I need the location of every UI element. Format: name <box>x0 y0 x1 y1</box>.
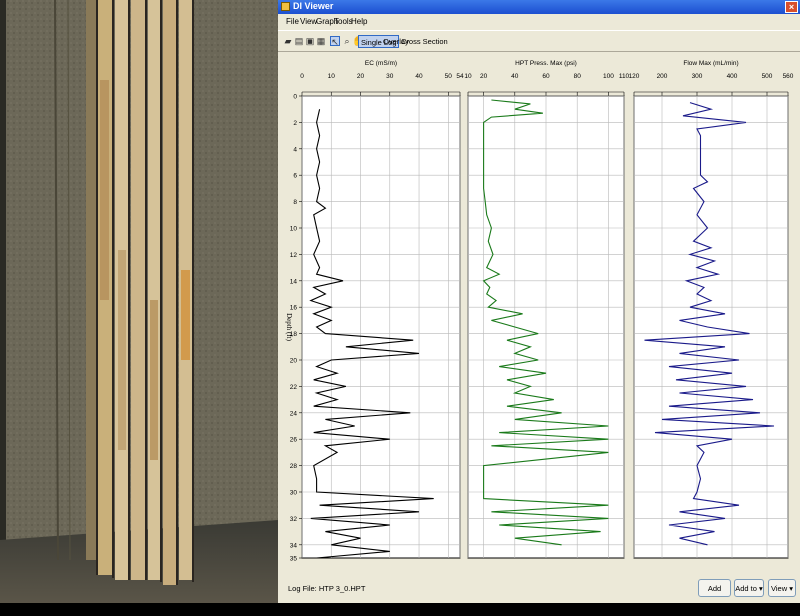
depth-tick-label: 6 <box>293 173 297 180</box>
hpt-axis-title: HPT Press. Max (psi) <box>515 60 577 67</box>
hpt-x-tick-label: 10 <box>464 73 472 80</box>
hpt-x-tick-label: 20 <box>480 73 488 80</box>
depth-tick-label: 0 <box>293 94 297 101</box>
depth-tick-label: 32 <box>290 516 298 523</box>
depth-tick-label: 8 <box>293 199 297 206</box>
hpt-x-tick-label: 80 <box>574 73 582 80</box>
depth-tick-label: 35 <box>290 556 298 563</box>
window-title: DI Viewer <box>293 1 334 11</box>
depth-tick-label: 22 <box>290 384 298 391</box>
flow-x-tick-label: 300 <box>692 73 703 80</box>
ec-plot-area <box>301 95 461 559</box>
depth-tick-label: 34 <box>290 542 298 549</box>
depth-tick-label: 20 <box>290 358 298 365</box>
hpt-x-tick-label: 40 <box>511 73 519 80</box>
ec-x-tick-label: 20 <box>357 73 365 80</box>
flow-x-tick-label: 560 <box>783 73 794 80</box>
toolbar: ▰ ▤ ▣ ▦ ↖ ⌕ ✋ Single Log Overlay Cross S… <box>278 30 800 52</box>
flow-x-tick-label: 400 <box>727 73 738 80</box>
print-icon[interactable]: ▤ <box>294 36 304 46</box>
soil-core-photo <box>0 0 278 603</box>
menu-help[interactable]: Help <box>351 17 367 26</box>
depth-tick-label: 4 <box>293 146 297 153</box>
depth-tick-label: 10 <box>290 226 298 233</box>
ec-x-tick-label: 50 <box>445 73 453 80</box>
flow-x-tick-label: 120 <box>629 73 640 80</box>
depth-tick-label: 24 <box>290 410 298 417</box>
ec-axis-title: EC (mS/m) <box>365 60 397 67</box>
close-button[interactable]: × <box>785 1 798 13</box>
view-button[interactable]: View ▾ <box>768 579 796 597</box>
flow-x-tick-label: 200 <box>657 73 668 80</box>
menu-file[interactable]: File <box>286 17 299 26</box>
open-icon[interactable]: ▰ <box>283 36 293 46</box>
ec-x-tick-label: 0 <box>300 73 304 80</box>
ec-x-tick-label: 10 <box>328 73 336 80</box>
depth-tick-label: 26 <box>290 437 298 444</box>
flow-axis-title: Flow Max (mL/min) <box>683 60 738 67</box>
depth-tick-label: 12 <box>290 252 298 259</box>
status-bar: Log File: HTP 3_0.HPT Add Graph Add to ▾… <box>278 572 800 611</box>
log-charts-svg: EC (mS/m)0 10 20 30 40 50 54024681012141618202… <box>285 60 794 563</box>
menu-tools[interactable]: Tools <box>334 17 353 26</box>
depth-tick-label: 16 <box>290 305 298 312</box>
hpt-x-tick-label: 100 <box>603 73 614 80</box>
menu-view[interactable]: View <box>300 17 317 26</box>
flow-x-tick-label: 500 <box>762 73 773 80</box>
log-file-label: Log File: HTP 3_0.HPT <box>288 584 366 593</box>
depth-tick-label: 2 <box>293 120 297 127</box>
ec-x-tick-label: 30 <box>386 73 394 80</box>
ec-x-tick-label: 40 <box>415 73 423 80</box>
zoom-icon[interactable]: ⌕ <box>342 36 352 46</box>
title-bar[interactable]: DI Viewer × <box>278 0 800 14</box>
ec-x-tick-label: 54 <box>456 73 464 80</box>
depth-axis-label: Depth (ft) <box>285 313 293 341</box>
pointer-icon[interactable]: ↖ <box>330 36 340 47</box>
depth-tick-label: 14 <box>290 278 298 285</box>
depth-tick-label: 30 <box>290 490 298 497</box>
di-viewer-window: DI Viewer × File View Graph Tools Help ▰… <box>278 0 800 611</box>
log-charts: EC (mS/m) 0 10 20 30 40 50 54 0 2 4 6 8 10 12 14 16 18 20 2… <box>278 52 800 572</box>
cross-section-button[interactable]: Cross Section <box>399 35 450 48</box>
menu-bar: File View Graph Tools Help <box>278 15 800 29</box>
add-to-button[interactable]: Add to ▾ <box>734 579 764 597</box>
hpt-x-tick-label: 60 <box>542 73 550 80</box>
export-icon[interactable]: ▦ <box>316 36 326 46</box>
app-icon <box>281 2 290 11</box>
print-preview-icon[interactable]: ▣ <box>305 36 315 46</box>
depth-tick-label: 28 <box>290 463 298 470</box>
soil-core-image <box>0 0 278 603</box>
add-graph-button[interactable]: Add Graph <box>698 579 731 611</box>
